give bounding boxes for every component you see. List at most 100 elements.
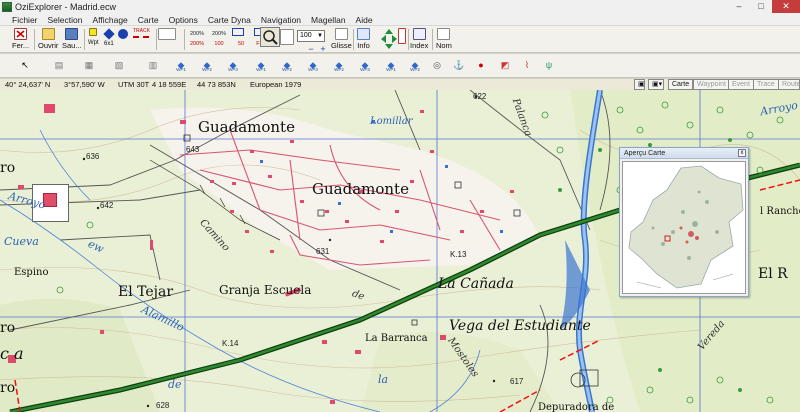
zoom-200-c-button[interactable]: 200%: [210, 29, 228, 39]
target-button[interactable]: ◎: [430, 58, 444, 72]
track-line-icon: [133, 36, 150, 42]
ev3-button[interactable]: ◆ WP3: [306, 58, 320, 73]
select-region-icon: [280, 29, 294, 45]
mode-route-button[interactable]: Route: [778, 79, 800, 90]
place-partial-ro-label: ro: [0, 160, 16, 176]
wp3-button[interactable]: ◆ WP3: [226, 58, 240, 73]
rt2-button[interactable]: ◆ WP2: [332, 58, 346, 73]
place-partial-ro-label: ro: [0, 380, 16, 396]
toolbar-separator: [353, 29, 354, 50]
event-button[interactable]: 6x1: [103, 28, 115, 51]
menu-navigation[interactable]: Navigation: [261, 15, 301, 25]
profile-button[interactable]: ◩: [498, 58, 512, 72]
datum-readout: European 1979: [250, 80, 302, 89]
minus-icon: −: [308, 44, 314, 54]
grid-button[interactable]: ▦: [82, 58, 96, 72]
secondary-toolbar: ↖ ▤ ▦ ▧ ▥ ◆ WP1 ◆ WP2 ◆ WP3 ◆ WP1 ◆ WP2 ◆ WP3 …: [0, 54, 800, 78]
menu-aide[interactable]: Aide: [356, 15, 373, 25]
close-map-icon: [14, 28, 28, 40]
track-button[interactable]: TRACK: [133, 28, 150, 51]
close-button[interactable]: ✕: [772, 0, 800, 13]
link-button[interactable]: [398, 28, 406, 51]
open-folder-icon: [41, 28, 55, 40]
zoom-level-select[interactable]: 100 ▼: [297, 30, 325, 42]
overview-map-thumbnail[interactable]: [622, 161, 746, 294]
wp1-button[interactable]: ◆ WP1: [174, 58, 188, 73]
draw-button[interactable]: [158, 28, 176, 51]
window-title: OziExplorer - Madrid.ecw: [15, 2, 117, 12]
route-button[interactable]: [118, 28, 128, 51]
track-label: TRACK: [133, 28, 150, 34]
place-guadamonte-label: Guadamonte: [312, 180, 409, 198]
zoom-100-button[interactable]: 100: [210, 39, 228, 49]
northing-readout: 44 73 853N: [197, 80, 236, 89]
move-arrows-button[interactable]: [380, 28, 398, 51]
gps-button[interactable]: ψ: [542, 58, 556, 72]
pan-icon: [334, 28, 348, 40]
mode-trace-button[interactable]: Trace: [753, 79, 779, 90]
close-map-label: Fer...: [12, 41, 30, 50]
chart-button[interactable]: ⌇: [520, 58, 534, 72]
place-partial-ca-label: c a: [0, 344, 24, 363]
track-list-button[interactable]: ▥: [146, 58, 160, 72]
info-button[interactable]: Info: [357, 28, 370, 51]
overview-map-drawing: [628, 165, 744, 289]
track-list-icon: ▥: [148, 59, 158, 70]
pointer-button[interactable]: ↖: [18, 58, 32, 72]
menu-carte[interactable]: Carte: [138, 15, 159, 25]
mode-carte-button[interactable]: Carte: [668, 79, 694, 90]
menu-options[interactable]: Options: [169, 15, 198, 25]
wp2-button[interactable]: ◆ WP2: [200, 58, 214, 73]
name-button[interactable]: Nom: [436, 28, 452, 51]
minimize-button[interactable]: –: [728, 0, 750, 13]
alarm-icon: ●: [478, 60, 484, 70]
open-button[interactable]: Ouvrir: [38, 28, 58, 51]
menu-selection[interactable]: Selection: [48, 15, 83, 25]
ev2-button[interactable]: ◆ WP2: [280, 58, 294, 73]
mode-event-button[interactable]: Event: [728, 79, 754, 90]
index-icon: [412, 28, 426, 40]
water-lomillar-label: Lomillar: [370, 116, 413, 127]
waypoint-button[interactable]: Wpt: [88, 28, 99, 51]
save-position-button[interactable]: ▣: [634, 79, 645, 90]
profile-icon: ◩: [500, 59, 510, 70]
water-cueva-label: Cueva: [4, 235, 39, 248]
overview-close-button[interactable]: x: [738, 149, 746, 157]
elevation-617-label: 617: [510, 377, 524, 386]
zoom-200-b-label[interactable]: 200%: [188, 39, 206, 49]
close-map-button[interactable]: Fer...: [12, 28, 29, 51]
zoom-in-button[interactable]: [232, 28, 244, 51]
select-region-button[interactable]: [280, 29, 294, 52]
menu-affichage[interactable]: Affichage: [92, 15, 127, 25]
save-button[interactable]: Sau...: [62, 28, 82, 51]
index-button[interactable]: Index: [410, 28, 428, 51]
zoom-200-a-button[interactable]: 200%: [188, 29, 206, 39]
toolbar-separator: [432, 29, 433, 50]
elevation-631-label: 631: [316, 247, 330, 256]
alarm-button[interactable]: ●: [474, 58, 488, 72]
name-icon: [437, 28, 451, 40]
magnifier-button[interactable]: [260, 27, 280, 50]
save-dropdown-button[interactable]: ▣▾: [648, 79, 664, 90]
rt3-label: WP3: [360, 67, 370, 72]
menu-fichier[interactable]: Fichier: [12, 15, 38, 25]
tr1-button[interactable]: ◆ WP1: [384, 58, 398, 73]
glisse-label: Glisse: [331, 41, 352, 50]
anchor-button[interactable]: ⚓: [452, 58, 466, 72]
menu-magellan[interactable]: Magellan: [311, 15, 346, 25]
layers-button[interactable]: ▧: [112, 58, 126, 72]
menu-carte-dyna[interactable]: Carte Dyna: [208, 15, 251, 25]
place-granja-escuela-label: Granja Escuela: [219, 283, 312, 297]
ev1-button[interactable]: ◆ WP1: [254, 58, 268, 73]
rt3-button[interactable]: ◆ WP3: [358, 58, 372, 73]
wp2-label: WP2: [202, 67, 212, 72]
index-label: Index: [410, 41, 429, 50]
elevation-628-label: 628: [156, 401, 170, 410]
maximize-button[interactable]: □: [750, 0, 772, 13]
tr2-button[interactable]: ◆ WP2: [408, 58, 422, 73]
glisse-button[interactable]: Glisse: [331, 28, 352, 51]
mode-waypoint-button[interactable]: Waypoint: [693, 79, 730, 90]
place-espino-label: Espino: [14, 267, 49, 278]
waypoint-list-button[interactable]: ▤: [52, 58, 66, 72]
map-overview-window[interactable]: Aperçu Carte x: [619, 147, 749, 297]
